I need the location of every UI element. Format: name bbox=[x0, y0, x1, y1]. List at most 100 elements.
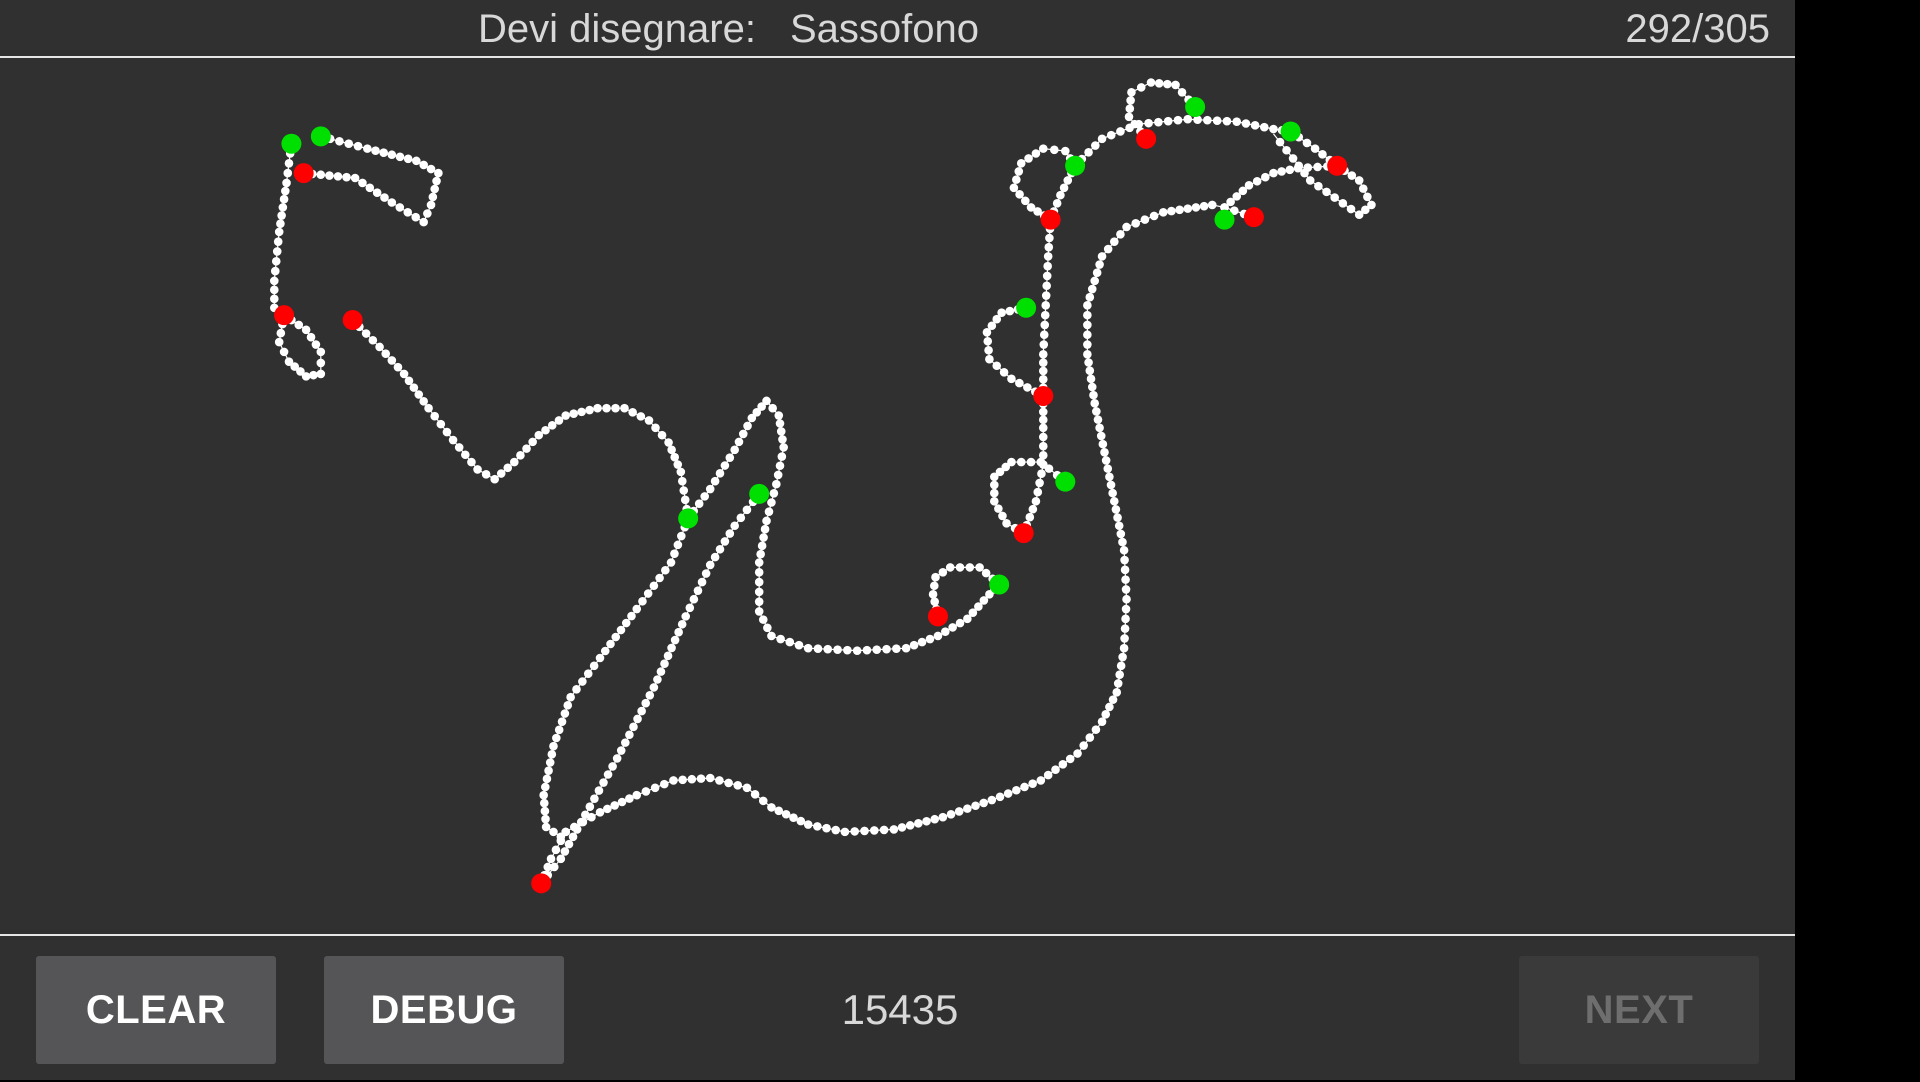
stroke-point bbox=[645, 690, 655, 700]
stroke-point bbox=[1031, 496, 1041, 506]
stroke-point bbox=[998, 511, 1007, 521]
stroke-point bbox=[789, 813, 798, 822]
stroke-end-marker bbox=[274, 305, 295, 326]
stroke-point bbox=[380, 193, 389, 202]
stroke-point bbox=[274, 227, 284, 237]
stroke-point bbox=[724, 778, 733, 788]
stroke-point bbox=[306, 332, 316, 342]
stroke-point bbox=[1065, 754, 1075, 764]
stroke-point bbox=[971, 801, 980, 811]
stroke-point bbox=[294, 320, 304, 330]
stroke-point bbox=[1116, 127, 1125, 136]
stroke-point bbox=[643, 589, 653, 598]
stroke-point bbox=[948, 623, 957, 632]
stroke-point bbox=[1044, 242, 1054, 252]
stroke-point bbox=[660, 659, 669, 669]
stroke-point bbox=[669, 776, 678, 785]
stroke-point bbox=[589, 661, 599, 671]
stroke-point bbox=[925, 634, 935, 644]
stroke-point bbox=[1116, 529, 1126, 539]
stroke-point bbox=[781, 809, 791, 819]
stroke-point bbox=[767, 631, 776, 641]
debug-button[interactable]: DEBUG bbox=[324, 956, 564, 1064]
stroke-point bbox=[1015, 378, 1024, 388]
stroke-point bbox=[1038, 358, 1048, 367]
stroke-point bbox=[617, 797, 627, 807]
stroke-point bbox=[742, 505, 752, 515]
stroke-point bbox=[1106, 130, 1116, 140]
stroke-start-marker bbox=[1055, 471, 1076, 492]
stroke-point bbox=[1083, 330, 1092, 340]
clear-button[interactable]: CLEAR bbox=[36, 956, 276, 1064]
stroke-point bbox=[775, 419, 785, 428]
stroke-point bbox=[633, 714, 642, 724]
stroke-point bbox=[1051, 765, 1060, 774]
stroke-point bbox=[1095, 423, 1104, 433]
stroke-point bbox=[661, 565, 670, 575]
stroke-point bbox=[710, 552, 720, 562]
stroke-point bbox=[1330, 193, 1340, 202]
stroke-point bbox=[955, 618, 965, 628]
stroke-point bbox=[1338, 199, 1348, 208]
progress-counter: 292/305 bbox=[1625, 6, 1770, 51]
stroke-point bbox=[677, 531, 686, 541]
next-button[interactable]: NEXT bbox=[1519, 956, 1759, 1064]
stroke-point bbox=[430, 411, 439, 421]
stroke-point bbox=[1302, 138, 1312, 148]
stroke-point bbox=[1089, 390, 1098, 400]
stroke-point bbox=[1023, 383, 1032, 392]
stroke-point bbox=[685, 603, 695, 613]
stroke-point bbox=[625, 730, 634, 740]
stroke-point bbox=[368, 335, 378, 345]
stroke-point bbox=[372, 188, 382, 197]
stroke-point bbox=[1058, 759, 1068, 769]
stroke-point bbox=[938, 812, 948, 822]
stroke-end-marker bbox=[1243, 207, 1264, 228]
stroke-point bbox=[914, 819, 923, 828]
header-bar: Devi disegnare: Sassofono 292/305 bbox=[0, 0, 1795, 58]
stroke-point bbox=[309, 370, 318, 380]
stroke-point bbox=[862, 645, 872, 655]
stroke-point bbox=[831, 825, 841, 835]
stroke-point bbox=[1059, 183, 1069, 193]
stroke-point bbox=[621, 738, 630, 747]
stroke-end-marker bbox=[342, 310, 363, 331]
stroke-point bbox=[1084, 147, 1093, 157]
stroke-point bbox=[1313, 162, 1322, 172]
stroke-point bbox=[1100, 447, 1109, 457]
stroke-point bbox=[773, 470, 783, 480]
stroke-point bbox=[1121, 604, 1131, 614]
stroke-point bbox=[754, 597, 764, 606]
stroke-point bbox=[353, 141, 363, 151]
stroke-point bbox=[681, 612, 691, 621]
stroke-point bbox=[1035, 478, 1044, 488]
stroke-point bbox=[419, 217, 428, 227]
stroke-start-marker bbox=[678, 508, 699, 529]
stroke-point bbox=[1038, 407, 1048, 417]
stroke-point bbox=[393, 362, 403, 372]
stroke-point bbox=[503, 463, 513, 473]
stroke-point bbox=[481, 470, 491, 479]
stroke-point bbox=[982, 327, 992, 337]
stroke-point bbox=[979, 798, 988, 808]
stroke-point bbox=[547, 750, 557, 759]
stroke-point bbox=[342, 172, 351, 182]
stroke-point bbox=[1031, 149, 1041, 158]
stroke-point bbox=[1144, 118, 1153, 128]
stroke-point bbox=[1021, 196, 1030, 206]
app-screen: Devi disegnare: Sassofono 292/305 CLEAR … bbox=[0, 0, 1795, 1080]
stroke-point bbox=[1005, 306, 1015, 316]
stroke-point bbox=[371, 146, 380, 155]
drawing-canvas[interactable] bbox=[0, 58, 1795, 934]
stroke-point bbox=[1259, 122, 1269, 132]
stroke-point bbox=[595, 653, 605, 663]
stroke-point bbox=[1007, 374, 1016, 384]
stroke-point bbox=[1116, 230, 1125, 239]
stroke-point bbox=[649, 683, 659, 692]
stroke-point bbox=[945, 563, 955, 572]
stroke-point bbox=[941, 627, 950, 636]
stroke-point bbox=[1346, 204, 1356, 214]
stroke-point bbox=[629, 722, 638, 732]
stroke-point bbox=[1040, 310, 1050, 320]
stroke-point bbox=[540, 806, 550, 816]
